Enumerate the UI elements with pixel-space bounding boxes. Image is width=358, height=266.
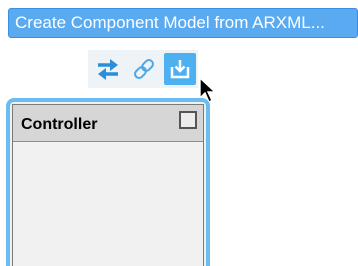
- component-block[interactable]: Controller: [6, 98, 210, 266]
- import-download-icon: [170, 60, 190, 79]
- swap-arrows-icon: [98, 59, 118, 80]
- component-header: Controller: [13, 105, 203, 142]
- component-checkbox[interactable]: [179, 111, 197, 129]
- swap-button[interactable]: [92, 53, 124, 85]
- link-icon: [134, 59, 154, 79]
- component-title: Controller: [21, 116, 98, 133]
- context-toolbar: [88, 50, 198, 88]
- component-body: Controller: [12, 104, 204, 266]
- link-button[interactable]: [128, 53, 160, 85]
- tooltip: Create Component Model from ARXML...: [8, 8, 358, 38]
- import-button[interactable]: [164, 53, 196, 85]
- canvas: Create Component Model from ARXML... Con…: [0, 0, 358, 266]
